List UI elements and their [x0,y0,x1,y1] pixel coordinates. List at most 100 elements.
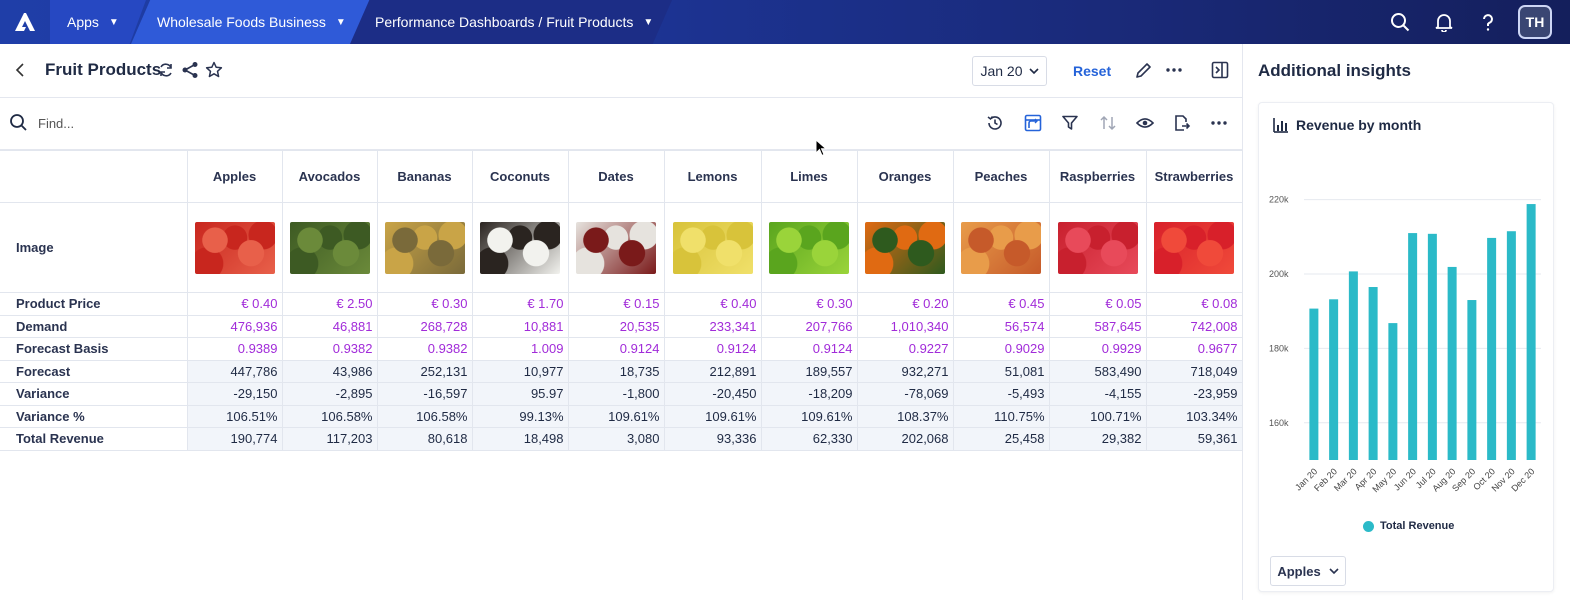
grid-cell[interactable]: € 0.45 [952,292,1050,316]
page-path-menu[interactable]: Performance Dashboards / Fruit Products … [350,0,672,44]
search-icon [9,113,29,133]
history-icon[interactable] [983,111,1007,135]
image-cell [1048,202,1147,293]
chart-bar[interactable] [1506,231,1516,460]
column-header-dates[interactable]: Dates [567,150,665,203]
grid-cell: -23,959 [1145,382,1243,406]
grid-cell[interactable]: 0.9382 [376,337,473,361]
column-header-lemons[interactable]: Lemons [663,150,762,203]
grid-cell[interactable]: 0.9929 [1048,337,1147,361]
chart-bar[interactable] [1309,308,1319,460]
grid-cell[interactable]: 0.9227 [856,337,954,361]
reset-button[interactable]: Reset [1073,63,1111,79]
chart-bar[interactable] [1467,300,1477,460]
date-selector[interactable]: Jan 20 [972,56,1047,86]
sort-icon[interactable] [1096,111,1120,135]
bar-chart-icon [1273,117,1289,133]
grid-cell[interactable]: 0.9389 [186,337,283,361]
grid-cell: 62,330 [760,427,858,451]
table-row: Forecast Basis 0.9389 0.9382 0.9382 1.009 0.9… [0,337,1243,361]
product-selector[interactable]: Apples [1270,556,1346,586]
column-header-bananas[interactable]: Bananas [376,150,473,203]
grid-cell[interactable]: 46,881 [281,314,378,338]
column-header-limes[interactable]: Limes [760,150,858,203]
grid-cell: 212,891 [663,359,762,383]
chart-bar[interactable] [1447,266,1457,460]
notification-bell-icon[interactable] [1422,0,1466,44]
grid-cell[interactable]: 20,535 [567,314,665,338]
grid-cell[interactable]: € 0.05 [1048,292,1147,316]
grid-cell[interactable]: € 0.08 [1145,292,1243,316]
search-icon[interactable] [1378,0,1422,44]
grid-cell[interactable]: 1.009 [471,337,569,361]
apps-menu[interactable]: Apps ▼ [50,0,146,44]
grid-cell[interactable]: € 0.40 [186,292,283,316]
pivot-icon[interactable] [1021,111,1045,135]
column-header-oranges[interactable]: Oranges [856,150,954,203]
export-icon[interactable] [1170,111,1194,135]
table-row: Variance % 106.51% 106.58% 106.58% 99.13% 109… [0,404,1243,428]
chart-bar[interactable] [1348,271,1358,460]
grid-cell[interactable]: 1,010,340 [856,314,954,338]
chart-bar[interactable] [1487,237,1497,460]
column-header-raspberries[interactable]: Raspberries [1048,150,1147,203]
star-icon[interactable] [204,59,224,81]
image-cell [376,202,473,293]
help-icon[interactable] [1466,0,1510,44]
image-cell [663,202,762,293]
user-avatar[interactable]: TH [1518,5,1552,39]
grid-cell[interactable]: 0.9124 [760,337,858,361]
share-icon[interactable] [180,59,200,81]
row-label: Total Revenue [0,427,188,451]
eye-icon[interactable] [1133,111,1157,135]
grid-cell: 583,490 [1048,359,1147,383]
more-options-icon[interactable] [1207,111,1231,135]
grid-cell[interactable]: 587,645 [1048,314,1147,338]
fruit-products-grid: Apples Avocados Bananas Coconuts Dates Lemons… [0,150,1243,451]
chart-bar[interactable] [1329,299,1339,460]
grid-cell[interactable]: € 1.70 [471,292,569,316]
grid-cell[interactable]: 0.9124 [663,337,762,361]
edit-pencil-icon[interactable] [1131,58,1155,82]
grid-cell[interactable]: 0.9677 [1145,337,1243,361]
app-logo-icon[interactable] [0,0,50,44]
chart-bar[interactable] [1408,233,1418,460]
grid-cell[interactable]: € 0.30 [760,292,858,316]
more-options-icon[interactable] [1162,58,1186,82]
grid-cell[interactable]: 0.9124 [567,337,665,361]
collapse-panel-icon[interactable] [1208,58,1232,82]
filter-icon[interactable] [1058,111,1082,135]
chevron-down-icon: ▼ [108,16,119,28]
column-header-avocados[interactable]: Avocados [281,150,378,203]
grid-cell[interactable]: € 0.40 [663,292,762,316]
y-tick-label: 180k [1269,343,1289,353]
grid-cell[interactable]: 207,766 [760,314,858,338]
grid-cell: 106.51% [186,404,283,428]
grid-cell[interactable]: 56,574 [952,314,1050,338]
grid-cell[interactable]: 10,881 [471,314,569,338]
chart-bar[interactable] [1388,323,1398,460]
find-input[interactable] [38,112,338,134]
grid-cell[interactable]: 476,936 [186,314,283,338]
chart-bar[interactable] [1368,287,1378,460]
grid-cell[interactable]: € 0.20 [856,292,954,316]
grid-cell[interactable]: 0.9029 [952,337,1050,361]
grid-cell[interactable]: 0.9382 [281,337,378,361]
grid-cell[interactable]: € 0.15 [567,292,665,316]
workspace-menu[interactable]: Wholesale Foods Business ▼ [131,0,371,44]
column-header-strawberries[interactable]: Strawberries [1145,150,1243,203]
grid-cell[interactable]: € 0.30 [376,292,473,316]
grid-cell[interactable]: € 2.50 [281,292,378,316]
grid-cell[interactable]: 233,341 [663,314,762,338]
grid-cell[interactable]: 742,008 [1145,314,1243,338]
chart-bar[interactable] [1427,233,1437,460]
image-cell [760,202,858,293]
coconuts-image [480,221,560,274]
column-header-apples[interactable]: Apples [186,150,283,203]
back-arrow-icon[interactable] [10,58,30,82]
column-header-peaches[interactable]: Peaches [952,150,1050,203]
column-header-coconuts[interactable]: Coconuts [471,150,569,203]
grid-cell[interactable]: 268,728 [376,314,473,338]
refresh-icon[interactable] [156,59,176,81]
chart-bar[interactable] [1526,204,1536,460]
